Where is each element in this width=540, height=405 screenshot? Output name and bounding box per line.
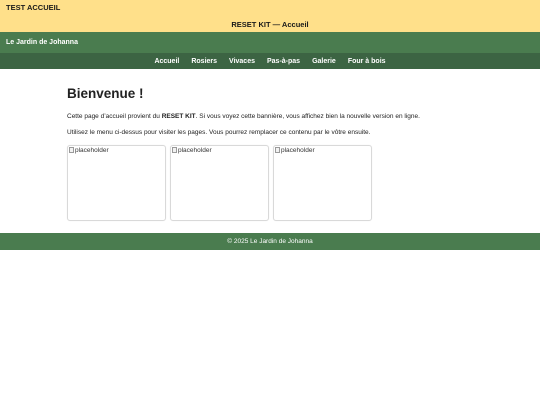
- page-title: Bienvenue !: [67, 86, 144, 101]
- main-nav: Accueil Rosiers Vivaces Pas-à-pas Galeri…: [0, 53, 540, 69]
- intro-text-before: Cette page d’accueil provient du: [67, 113, 162, 120]
- main-content: Bienvenue ! Cette page d’accueil provien…: [67, 86, 467, 221]
- gallery-card: placeholder: [273, 144, 372, 221]
- intro-text-after: . Si vous voyez cette bannière, vous aff…: [195, 113, 420, 120]
- nav-item-pas-a-pas[interactable]: Pas-à-pas: [261, 58, 306, 65]
- reset-banner: RESET KIT — Accueil: [0, 18, 540, 32]
- broken-image-icon: [172, 147, 177, 154]
- reset-banner-label: RESET KIT — Accueil: [231, 20, 309, 29]
- broken-image-icon: [275, 147, 280, 154]
- nav-item-galerie[interactable]: Galerie: [306, 58, 342, 65]
- hint-paragraph: Utilisez le menu ci-dessus pour visiter …: [67, 128, 371, 136]
- gallery-card: placeholder: [67, 144, 166, 221]
- gallery-card: placeholder: [170, 144, 269, 221]
- site-footer: © 2025 Le Jardin de Johanna: [0, 233, 540, 250]
- broken-image: placeholder: [69, 147, 109, 154]
- test-banner: TEST ACCUEIL: [0, 0, 540, 18]
- image-alt-text: placeholder: [178, 146, 212, 154]
- nav-item-rosiers[interactable]: Rosiers: [185, 58, 223, 65]
- image-gallery: placeholder placeholder placeholder: [67, 144, 467, 221]
- nav-item-vivaces[interactable]: Vivaces: [223, 58, 261, 65]
- image-alt-text: placeholder: [281, 146, 315, 154]
- nav-item-accueil[interactable]: Accueil: [148, 58, 185, 65]
- broken-image: placeholder: [275, 147, 315, 154]
- nav-item-four-a-bois[interactable]: Four à bois: [342, 58, 392, 65]
- footer-text: © 2025 Le Jardin de Johanna: [227, 238, 313, 245]
- site-header: Le Jardin de Johanna: [0, 32, 540, 53]
- intro-paragraph: Cette page d’accueil provient du RESET K…: [67, 113, 467, 121]
- test-banner-label: TEST ACCUEIL: [6, 3, 61, 12]
- image-alt-text: placeholder: [75, 146, 109, 154]
- broken-image-icon: [69, 147, 74, 154]
- intro-text-bold: RESET KIT: [161, 113, 196, 120]
- broken-image: placeholder: [172, 147, 212, 154]
- site-title[interactable]: Le Jardin de Johanna: [6, 39, 78, 46]
